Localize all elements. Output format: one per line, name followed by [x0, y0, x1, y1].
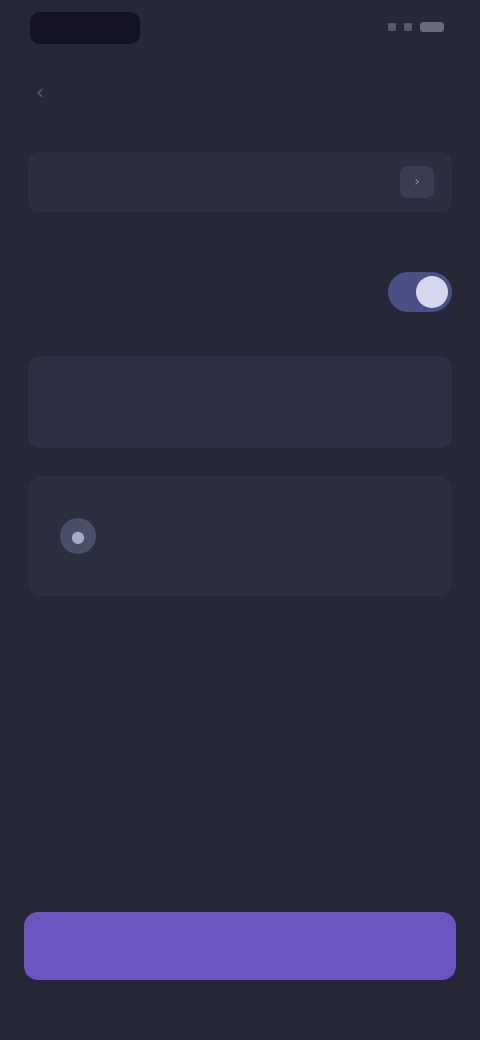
- back-button[interactable]: ‹: [24, 76, 56, 108]
- card-row[interactable]: ●: [52, 500, 428, 572]
- nav-bar: ‹: [0, 68, 480, 116]
- toggle-row: [28, 264, 452, 320]
- status-icons: [388, 22, 444, 32]
- card-action-link[interactable]: [358, 522, 422, 550]
- signal-icon: [388, 23, 396, 31]
- avatar-icon: ●: [60, 518, 96, 554]
- chevron-right-icon: ›: [400, 166, 434, 198]
- battery-icon: [420, 22, 444, 32]
- wifi-icon: [404, 23, 412, 31]
- primary-button[interactable]: [24, 912, 456, 980]
- chevron-left-icon: ‹: [36, 80, 44, 104]
- status-bar: [0, 0, 480, 56]
- notes-input[interactable]: [28, 356, 452, 448]
- toggle-switch[interactable]: [388, 272, 452, 312]
- status-time: [30, 12, 140, 44]
- info-card: ●: [28, 476, 452, 596]
- toggle-knob: [416, 276, 448, 308]
- page-title: [140, 76, 340, 108]
- account-selector[interactable]: ›: [28, 152, 452, 212]
